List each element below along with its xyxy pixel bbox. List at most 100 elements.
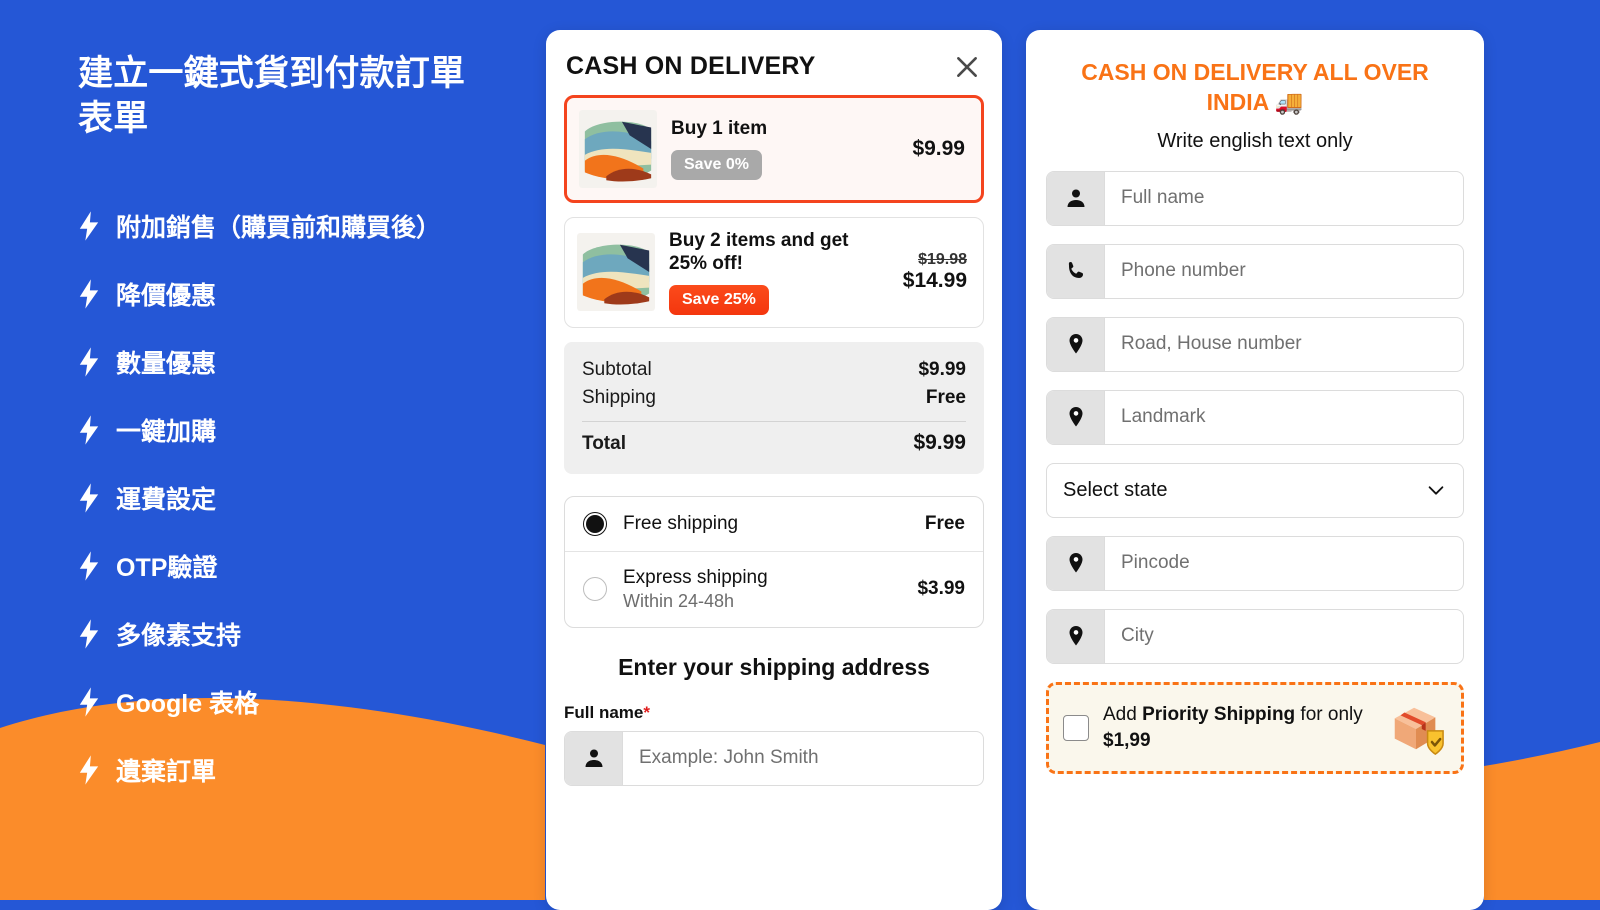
divider [582, 420, 966, 422]
landmark-field[interactable]: Landmark [1046, 389, 1464, 445]
promo-panel: 建立一鍵式貨到付款訂單表單 附加銷售（購買前和購買後） 降價優惠 數量優惠 一鍵… [0, 0, 545, 900]
priority-shipping-checkbox[interactable] [1063, 714, 1089, 741]
location-pin-icon [1047, 317, 1105, 371]
bolt-icon [79, 346, 99, 377]
priority-text-bold-1: Priority Shipping [1142, 704, 1296, 726]
bolt-icon [79, 550, 99, 581]
offer-price: $9.99 [912, 137, 965, 160]
subtotal-row: Subtotal $9.99 [582, 356, 966, 384]
feature-label: 遺棄訂單 [116, 757, 217, 786]
pincode-input[interactable]: Pincode [1105, 537, 1463, 590]
checkout-header: CASH ON DELIVERY [546, 30, 1002, 95]
shipping-address-heading: Enter your shipping address [618, 653, 930, 680]
location-pin-icon [1047, 609, 1105, 663]
priority-shipping-banner[interactable]: Add Priority Shipping for only $1,99 [1046, 681, 1464, 774]
feature-item: OTP驗證 [78, 532, 545, 600]
offer-price: $14.99 [902, 269, 967, 293]
feature-label: 數量優惠 [116, 349, 217, 378]
feature-item: 運費設定 [78, 464, 545, 532]
total-value: $9.99 [913, 430, 966, 454]
shipping-option-price: $3.99 [917, 578, 965, 600]
road-house-field[interactable]: Road, House number [1046, 316, 1464, 372]
priority-text-2: for only [1295, 704, 1363, 726]
priority-text-1: Add [1103, 704, 1143, 726]
feature-item: 一鍵加購 [78, 396, 545, 464]
shipping-option-label: Free shipping [623, 512, 739, 534]
offer-name: Buy 2 items and get 25% off! [669, 230, 849, 274]
offer-badge: Save 0% [671, 149, 762, 180]
subtotal-label: Subtotal [582, 358, 652, 380]
full-name-label: Full name* [564, 703, 1002, 723]
offer-name: Buy 1 item [671, 118, 768, 140]
shipping-option-free[interactable]: Free shipping Free [565, 497, 983, 551]
offer-option-2[interactable]: Buy 2 items and get 25% off! Save 25% $1… [564, 217, 984, 328]
total-label: Total [582, 432, 626, 454]
full-name-input[interactable]: Full name [1105, 172, 1463, 225]
shipping-option-sublabel: Within 24-48h [623, 590, 735, 611]
shipping-option-label: Express shipping [623, 566, 768, 588]
city-input[interactable]: City [1105, 610, 1463, 663]
priority-shipping-label: Add Priority Shipping for only $1,99 [1103, 702, 1371, 753]
checkout-card: CASH ON DELIVERY Buy 1 item Save 0% $9.9… [546, 30, 1002, 910]
offer-badge: Save 25% [669, 284, 769, 315]
order-totals: Subtotal $9.99 Shipping Free Total $9.99 [564, 341, 984, 474]
offer-option-1[interactable]: Buy 1 item Save 0% $9.99 [564, 95, 984, 203]
total-row: Total $9.99 [582, 428, 966, 458]
offer-original-price: $19.98 [918, 251, 967, 269]
state-select[interactable]: Select state [1046, 462, 1464, 518]
full-name-input[interactable]: Example: John Smith [623, 732, 983, 785]
feature-label: 多像素支持 [116, 621, 242, 650]
package-shield-icon [1394, 707, 1444, 755]
phone-number-input[interactable]: Phone number [1105, 245, 1463, 298]
shipping-option-express[interactable]: Express shipping Within 24-48h $3.99 [565, 550, 983, 627]
feature-item: 多像素支持 [78, 600, 545, 668]
full-name-field[interactable]: Full name [1046, 170, 1464, 226]
feature-label: 一鍵加購 [116, 417, 217, 446]
person-icon [1047, 171, 1105, 225]
bolt-icon [79, 210, 99, 241]
close-icon[interactable] [954, 54, 980, 80]
road-house-input[interactable]: Road, House number [1105, 318, 1463, 371]
location-pin-icon [1047, 390, 1105, 444]
feature-item: 遺棄訂單 [78, 736, 545, 804]
chevron-down-icon [1428, 486, 1444, 495]
product-thumbnail [577, 233, 655, 312]
bolt-icon [79, 414, 99, 445]
feature-label: 運費設定 [116, 485, 217, 514]
feature-item: Google 表格 [78, 668, 545, 736]
radio-unselected-icon[interactable] [583, 577, 607, 602]
shipping-row: Shipping Free [582, 384, 966, 412]
feature-item: 附加銷售（購買前和購買後） [78, 192, 545, 260]
shipping-option-price: Free [924, 512, 965, 534]
priority-text-bold-2: $1,99 [1103, 729, 1151, 751]
feature-label: Google 表格 [116, 689, 260, 718]
address-card-subtitle: Write english text only [1157, 129, 1353, 152]
address-form-card: CASH ON DELIVERY ALL OVER INDIA 🚚 Write … [1026, 30, 1484, 910]
bolt-icon [79, 278, 99, 309]
product-thumbnail [579, 110, 657, 188]
shipping-label: Shipping [582, 386, 656, 408]
page-title: 建立一鍵式貨到付款訂單表單 [78, 54, 466, 138]
location-pin-icon [1047, 536, 1105, 590]
required-asterisk: * [643, 702, 650, 722]
pincode-field[interactable]: Pincode [1046, 535, 1464, 591]
bolt-icon [79, 618, 99, 649]
state-select-value: Select state [1063, 478, 1168, 501]
radio-selected-icon[interactable] [583, 511, 607, 536]
address-fields: Full name Phone number Road, House numbe… [1026, 153, 1484, 664]
shipping-value: Free [925, 386, 966, 408]
bolt-icon [79, 754, 99, 785]
bolt-icon [79, 482, 99, 513]
feature-label: 附加銷售（購買前和購買後） [116, 213, 442, 242]
city-field[interactable]: City [1046, 608, 1464, 664]
feature-list: 附加銷售（購買前和購買後） 降價優惠 數量優惠 一鍵加購 運費設定 OTP驗證 … [78, 192, 545, 804]
feature-label: 降價優惠 [116, 281, 217, 310]
feature-label: OTP驗證 [116, 553, 218, 582]
full-name-label-text: Full name [564, 702, 644, 722]
checkout-title: CASH ON DELIVERY [566, 52, 816, 80]
address-card-title: CASH ON DELIVERY ALL OVER INDIA 🚚 [1081, 59, 1429, 115]
phone-number-field[interactable]: Phone number [1046, 243, 1464, 299]
landmark-input[interactable]: Landmark [1105, 391, 1463, 444]
full-name-input-row[interactable]: Example: John Smith [564, 730, 984, 786]
subtotal-value: $9.99 [918, 358, 966, 380]
